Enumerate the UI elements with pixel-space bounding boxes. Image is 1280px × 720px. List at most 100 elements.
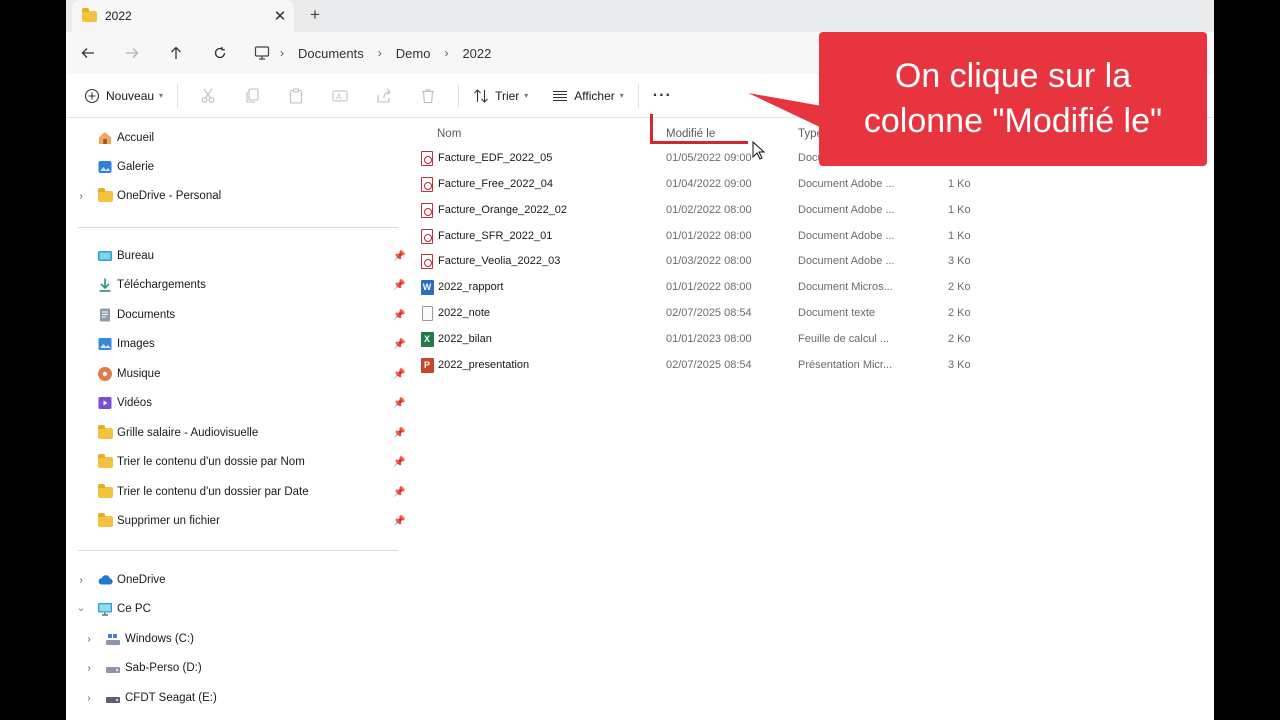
back-button[interactable]: [66, 38, 110, 68]
file-name: Facture_Free_2022_04: [438, 178, 553, 190]
drive-icon: [105, 660, 121, 676]
folder-icon: [97, 187, 113, 204]
sidebar-item-onedrive-personal[interactable]: › OneDrive - Personal: [66, 182, 406, 210]
table-row[interactable]: Facture_Free_2022_04 01/04/2022 09:00 Do…: [420, 171, 980, 197]
pin-icon[interactable]: 📌: [393, 457, 405, 468]
sidebar-item-grille-salaire[interactable]: Grille salaire - Audiovisuelle 📌: [66, 419, 406, 447]
annotation-line-1: On clique sur la: [894, 57, 1132, 95]
file-name: 2022_bilan: [438, 333, 492, 345]
sidebar-item-images[interactable]: Images 📌: [66, 330, 406, 358]
sidebar-item-trier-date[interactable]: Trier le contenu d'un dossier par Date 📌: [66, 478, 406, 506]
file-name: 2022_rapport: [438, 281, 504, 293]
more-options-button[interactable]: ···: [647, 81, 678, 111]
videos-icon: [97, 395, 113, 411]
sidebar-item-galerie[interactable]: Galerie: [66, 153, 406, 181]
chevron-right-icon[interactable]: ›: [76, 575, 86, 586]
sidebar-item-sab-perso-d[interactable]: › Sab-Perso (D:): [74, 654, 414, 682]
annotation-callout: On clique sur la colonne "Modifié le": [819, 32, 1207, 166]
sidebar-item-musique[interactable]: Musique 📌: [66, 360, 406, 388]
cut-button[interactable]: [186, 81, 230, 111]
share-icon: [377, 88, 391, 103]
cloud-icon: [97, 572, 113, 588]
rename-button[interactable]: A: [318, 81, 362, 111]
file-modified: 01/02/2022 08:00: [666, 204, 752, 216]
breadcrumb-documents[interactable]: Documents: [288, 46, 374, 61]
share-button[interactable]: [362, 81, 406, 111]
view-button[interactable]: Afficher ▾: [546, 81, 629, 111]
file-size: 1 Ko: [948, 204, 971, 216]
file-type: Document Adobe ...: [798, 204, 895, 216]
paste-button[interactable]: [274, 81, 318, 111]
pin-icon[interactable]: 📌: [393, 487, 405, 498]
new-button[interactable]: Nouveau ▾: [78, 81, 169, 111]
sidebar-item-cfdt-seagat-e[interactable]: › CFDT Seagat (E:): [74, 684, 414, 712]
file-size: 3 Ko: [948, 359, 971, 371]
sidebar-item-videos[interactable]: Vidéos 📌: [66, 389, 406, 417]
up-button[interactable]: [154, 38, 198, 68]
sidebar-item-documents[interactable]: Documents 📌: [66, 301, 406, 329]
chevron-down-icon: ▾: [524, 91, 529, 100]
copy-button[interactable]: [230, 81, 274, 111]
chevron-right-icon[interactable]: ›: [84, 663, 94, 674]
chevron-right-icon[interactable]: ›: [84, 634, 94, 645]
chevron-down-icon[interactable]: ›: [76, 604, 87, 614]
sidebar-item-accueil[interactable]: Accueil: [66, 124, 406, 152]
sidebar-item-windows-c[interactable]: › Windows (C:): [74, 625, 414, 653]
file-modified: 01/01/2022 08:00: [666, 281, 752, 293]
pin-icon[interactable]: 📌: [393, 339, 405, 350]
close-tab-icon[interactable]: ✕: [266, 7, 294, 25]
file-modified: 02/07/2025 08:54: [666, 359, 752, 371]
folder-icon: [97, 424, 113, 441]
chevron-right-icon[interactable]: ›: [76, 191, 86, 202]
pin-icon[interactable]: 📌: [393, 516, 405, 527]
sidebar-item-supprimer[interactable]: Supprimer un fichier 📌: [66, 507, 406, 535]
sidebar-item-label: Grille salaire - Audiovisuelle: [117, 427, 259, 439]
forward-button[interactable]: [110, 38, 154, 68]
powerpoint-file-icon: P: [420, 357, 434, 373]
mouse-cursor-icon: [752, 141, 766, 160]
sort-icon: [474, 88, 488, 103]
scissors-icon: [201, 88, 215, 103]
sidebar-item-onedrive[interactable]: › OneDrive: [66, 566, 406, 594]
pin-icon[interactable]: 📌: [393, 310, 405, 321]
sidebar-item-label: Vidéos: [117, 397, 152, 409]
table-row[interactable]: Facture_SFR_2022_01 01/01/2022 08:00 Doc…: [420, 223, 980, 249]
pin-icon[interactable]: 📌: [393, 369, 405, 380]
table-row[interactable]: Facture_Orange_2022_02 01/02/2022 08:00 …: [420, 197, 980, 223]
breadcrumb-2022[interactable]: 2022: [452, 46, 501, 61]
sidebar-item-label: Accueil: [117, 132, 155, 144]
sidebar-item-telechargements[interactable]: Téléchargements 📌: [66, 271, 406, 299]
table-row[interactable]: W 2022_rapport 01/01/2022 08:00 Document …: [420, 274, 980, 300]
sidebar-item-bureau[interactable]: Bureau 📌: [66, 242, 406, 270]
refresh-icon: [214, 47, 226, 59]
refresh-button[interactable]: [198, 38, 242, 68]
sort-button[interactable]: Trier ▾: [467, 81, 534, 111]
table-row[interactable]: P 2022_presentation 02/07/2025 08:54 Prés…: [420, 352, 980, 378]
desktop-icon: [97, 248, 113, 264]
sidebar-item-trier-nom[interactable]: Trier le contenu d'un dossie par Nom 📌: [66, 448, 406, 476]
table-row[interactable]: X 2022_bilan 01/01/2023 08:00 Feuille de …: [420, 326, 980, 352]
pin-icon[interactable]: 📌: [393, 398, 405, 409]
breadcrumb-demo[interactable]: Demo: [386, 46, 441, 61]
chevron-right-icon: ›: [377, 46, 382, 60]
file-name: Facture_EDF_2022_05: [438, 152, 553, 164]
computer-icon[interactable]: [248, 38, 276, 68]
chevron-right-icon[interactable]: ›: [84, 693, 94, 704]
table-row[interactable]: Facture_Veolia_2022_03 01/03/2022 08:00 …: [420, 248, 980, 274]
sidebar-item-ce-pc[interactable]: › Ce PC: [66, 595, 406, 623]
folder-icon: [97, 512, 113, 529]
pin-icon[interactable]: 📌: [393, 251, 405, 262]
pdf-file-icon: [420, 253, 434, 269]
tab-strip: 2022 ✕ +: [66, 0, 1214, 32]
column-header-name[interactable]: Nom: [437, 122, 461, 146]
table-row[interactable]: 2022_note 02/07/2025 08:54 Document text…: [420, 300, 980, 326]
sidebar-item-label: OneDrive - Personal: [117, 190, 222, 202]
pin-icon[interactable]: 📌: [393, 428, 405, 439]
file-size: 2 Ko: [948, 307, 971, 319]
images-icon: [97, 336, 113, 352]
new-tab-button[interactable]: +: [304, 5, 326, 27]
pin-icon[interactable]: 📌: [393, 280, 405, 291]
delete-button[interactable]: [406, 81, 450, 111]
tab-2022[interactable]: 2022 ✕: [72, 0, 294, 32]
sidebar-item-label: Ce PC: [117, 603, 151, 615]
